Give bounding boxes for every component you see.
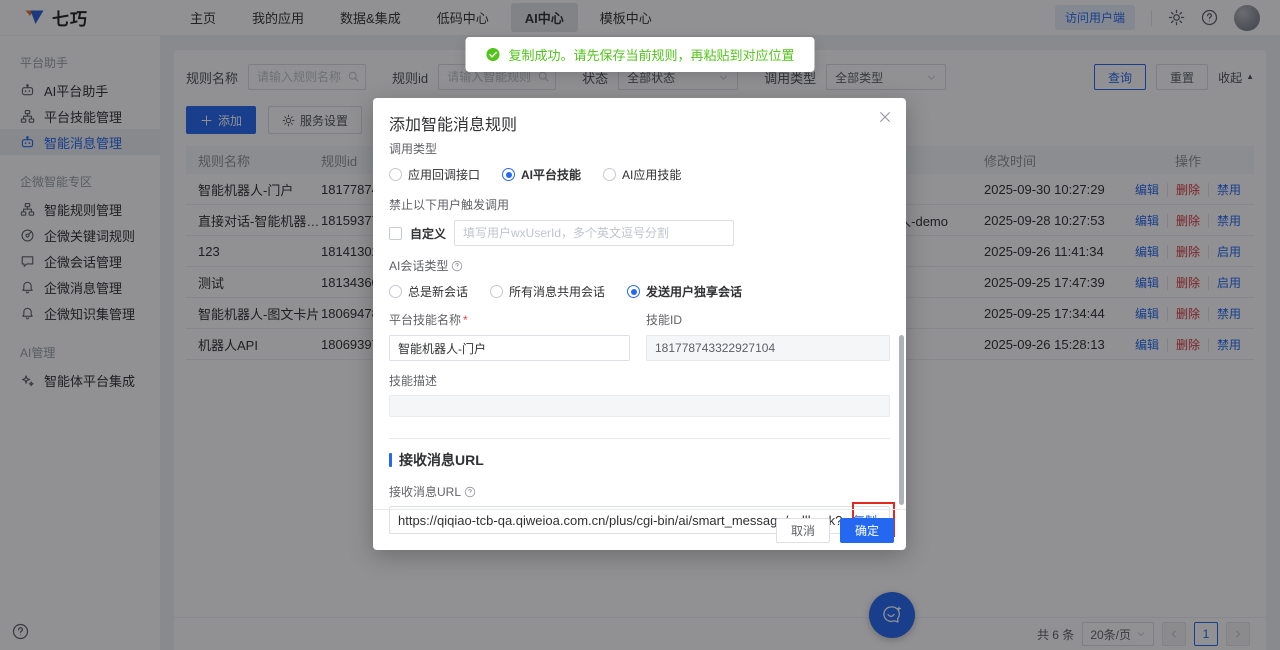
add-rule-modal: 添加智能消息规则 调用类型 应用回调接口 AI平台技能 AI应用技能 禁止以下用户触… bbox=[373, 98, 906, 550]
modal-body: 调用类型 应用回调接口 AI平台技能 AI应用技能 禁止以下用户触发调用 自定义 A… bbox=[373, 140, 906, 534]
radio-circle-icon bbox=[490, 285, 503, 298]
modal-title: 添加智能消息规则 bbox=[389, 117, 517, 134]
app: 七巧 主页我的应用数据&集成低码中心AI中心模板中心 访问用户端 平台助手AI平… bbox=[0, 0, 1280, 650]
call-type-radio-group: 应用回调接口 AI平台技能 AI应用技能 bbox=[389, 166, 890, 183]
confirm-button[interactable]: 确定 bbox=[840, 518, 894, 543]
skill-desc-textarea bbox=[389, 395, 890, 417]
skill-id-input bbox=[646, 335, 890, 361]
wx-userid-input[interactable] bbox=[454, 220, 734, 246]
close-icon[interactable] bbox=[878, 110, 892, 124]
session-type-radio[interactable]: 发送用户独享会话 bbox=[627, 283, 742, 300]
session-type-label: AI会话类型 bbox=[389, 257, 890, 274]
receive-url-label: 接收消息URL bbox=[389, 483, 890, 500]
question-circle-icon[interactable] bbox=[451, 260, 463, 272]
radio-circle-icon bbox=[389, 168, 402, 181]
section-bar bbox=[389, 453, 392, 467]
modal-header: 添加智能消息规则 bbox=[373, 98, 906, 135]
custom-checkbox-label: 自定义 bbox=[410, 225, 446, 242]
call-type-radio[interactable]: AI平台技能 bbox=[502, 166, 581, 183]
toast-text: 复制成功。请先保存当前规则，再粘贴到对应位置 bbox=[508, 45, 794, 64]
skill-desc-label: 技能描述 bbox=[389, 372, 890, 389]
modal-scrollbar[interactable] bbox=[899, 335, 904, 505]
session-type-radio[interactable]: 所有消息共用会话 bbox=[490, 283, 605, 300]
call-type-radio[interactable]: AI应用技能 bbox=[603, 166, 681, 183]
divider bbox=[389, 438, 890, 439]
receive-url-section-title: 接收消息URL bbox=[389, 450, 890, 470]
skill-id-label: 技能ID bbox=[646, 313, 682, 327]
call-type-radio[interactable]: 应用回调接口 bbox=[389, 166, 480, 183]
success-toast: 复制成功。请先保存当前规则，再粘贴到对应位置 bbox=[465, 37, 814, 72]
forbid-row: 自定义 bbox=[389, 220, 890, 246]
session-type-radio[interactable]: 总是新会话 bbox=[389, 283, 468, 300]
session-type-radio-group: 总是新会话 所有消息共用会话 发送用户独享会话 bbox=[389, 283, 890, 300]
question-circle-icon[interactable] bbox=[464, 486, 476, 498]
skill-name-input[interactable] bbox=[389, 335, 630, 361]
call-type-label: 调用类型 bbox=[389, 140, 890, 157]
skill-fields: 平台技能名称* 技能ID bbox=[389, 311, 890, 361]
custom-checkbox[interactable] bbox=[389, 227, 402, 240]
radio-circle-icon bbox=[502, 168, 515, 181]
forbid-label: 禁止以下用户触发调用 bbox=[389, 196, 890, 213]
radio-circle-icon bbox=[389, 285, 402, 298]
skill-name-label: 平台技能名称* bbox=[389, 313, 468, 327]
modal-footer: 取消 确定 bbox=[373, 509, 906, 550]
cancel-button[interactable]: 取消 bbox=[776, 518, 830, 543]
radio-circle-icon bbox=[603, 168, 616, 181]
radio-circle-icon bbox=[627, 285, 640, 298]
check-circle-icon bbox=[485, 47, 500, 62]
